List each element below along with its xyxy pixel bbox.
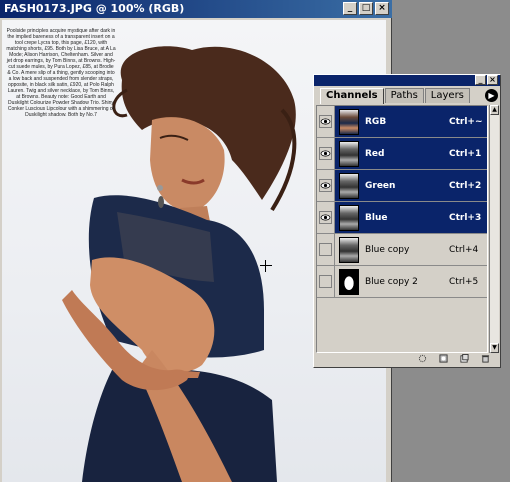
visibility-toggle[interactable]: [317, 170, 335, 201]
maximize-button[interactable]: □: [359, 2, 373, 15]
channel-shortcut: Ctrl+4: [449, 244, 479, 255]
channel-thumbnail: [339, 268, 359, 295]
document-title: FASH0173.JPG @ 100% (RGB): [4, 2, 185, 15]
channel-row-2[interactable]: Green Ctrl+2: [317, 170, 487, 202]
channel-name: Blue: [365, 212, 388, 223]
tab-channels[interactable]: Channels: [320, 88, 384, 104]
channel-thumbnail: [339, 108, 359, 135]
channel-shortcut: Ctrl+~: [449, 116, 483, 127]
channels-palette: _ × Channels Paths Layers ▶ RGB Ctrl+~ Red…: [313, 74, 501, 368]
crosshair-cursor-icon: [260, 260, 272, 272]
channel-scrollbar[interactable]: ▲ ▼: [489, 105, 499, 353]
channel-row-1[interactable]: Red Ctrl+1: [317, 138, 487, 170]
channel-name: Green: [365, 180, 396, 191]
palette-bottom-bar: [316, 351, 498, 365]
scroll-up-arrow-icon[interactable]: ▲: [490, 105, 499, 115]
palette-titlebar[interactable]: _ ×: [314, 75, 500, 86]
palette-menu-arrow-icon[interactable]: ▶: [485, 89, 498, 102]
document-window-controls: _ □ ×: [343, 2, 389, 15]
channel-thumbnail: [339, 140, 359, 167]
eye-icon: [319, 179, 332, 192]
channel-list: RGB Ctrl+~ Red Ctrl+1 Green Ctrl+2 Blue Ctrl+3 B…: [316, 105, 488, 353]
visibility-empty-box: [319, 243, 332, 256]
tab-paths[interactable]: Paths: [384, 88, 424, 103]
channel-row-3[interactable]: Blue Ctrl+3: [317, 202, 487, 234]
channel-row-4[interactable]: Blue copy Ctrl+4: [317, 234, 487, 266]
palette-close-button[interactable]: ×: [487, 75, 498, 85]
channel-shortcut: Ctrl+5: [449, 276, 479, 287]
minimize-button[interactable]: _: [343, 2, 357, 15]
channel-shortcut: Ctrl+3: [449, 212, 482, 223]
channel-name: RGB: [365, 116, 387, 127]
save-selection-icon[interactable]: [439, 353, 448, 363]
load-selection-icon[interactable]: [418, 354, 427, 363]
visibility-toggle[interactable]: [317, 138, 335, 169]
visibility-toggle[interactable]: [317, 202, 335, 233]
close-button[interactable]: ×: [375, 2, 389, 15]
eye-icon: [319, 211, 332, 224]
tab-layers[interactable]: Layers: [424, 88, 470, 103]
channel-thumbnail: [339, 236, 359, 263]
visibility-toggle[interactable]: [317, 234, 335, 265]
palette-tabs: Channels Paths Layers ▶: [314, 88, 500, 104]
document-titlebar[interactable]: FASH0173.JPG @ 100% (RGB) _ □ ×: [0, 0, 392, 18]
channel-thumbnail: [339, 172, 359, 199]
eye-icon: [319, 115, 332, 128]
channel-row-5[interactable]: Blue copy 2 Ctrl+5: [317, 266, 487, 298]
channel-name: Red: [365, 148, 385, 159]
channel-name: Blue copy 2: [365, 276, 418, 287]
channel-name: Blue copy: [365, 244, 410, 255]
new-channel-icon[interactable]: [460, 353, 469, 363]
palette-minimize-button[interactable]: _: [475, 75, 486, 85]
channel-row-0[interactable]: RGB Ctrl+~: [317, 106, 487, 138]
magazine-caption: Poolside principles acquire mystique aft…: [6, 28, 116, 118]
visibility-empty-box: [319, 275, 332, 288]
channel-shortcut: Ctrl+1: [449, 148, 482, 159]
visibility-toggle[interactable]: [317, 106, 335, 137]
delete-channel-icon[interactable]: [481, 354, 490, 363]
visibility-toggle[interactable]: [317, 266, 335, 297]
channel-shortcut: Ctrl+2: [449, 180, 482, 191]
channel-thumbnail: [339, 204, 359, 231]
eye-icon: [319, 147, 332, 160]
